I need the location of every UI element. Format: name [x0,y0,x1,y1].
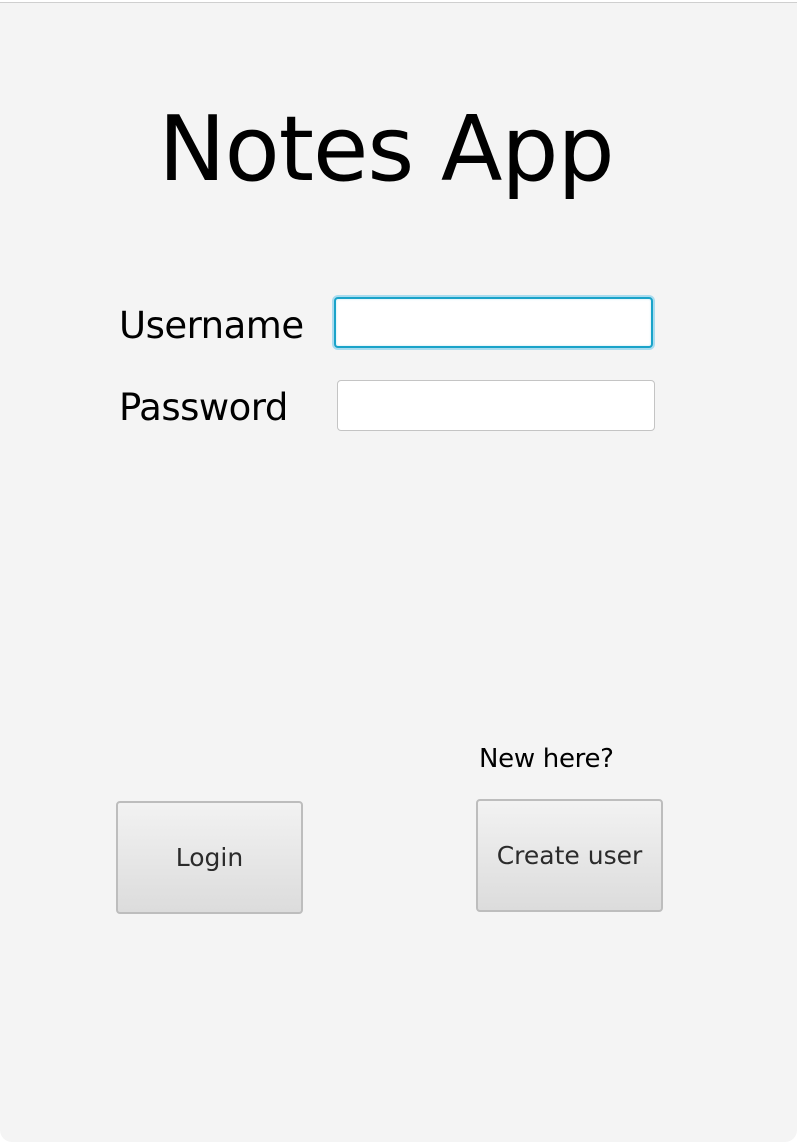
login-window: Notes App Username Password New here? Lo… [0,2,797,1142]
username-label: Username [119,304,304,347]
app-title: Notes App [158,97,614,202]
new-here-text: New here? [479,744,614,774]
create-user-button[interactable]: Create user [476,799,663,912]
password-input[interactable] [337,380,655,431]
login-button[interactable]: Login [116,801,303,914]
username-input[interactable] [334,297,653,348]
password-label: Password [119,386,288,429]
